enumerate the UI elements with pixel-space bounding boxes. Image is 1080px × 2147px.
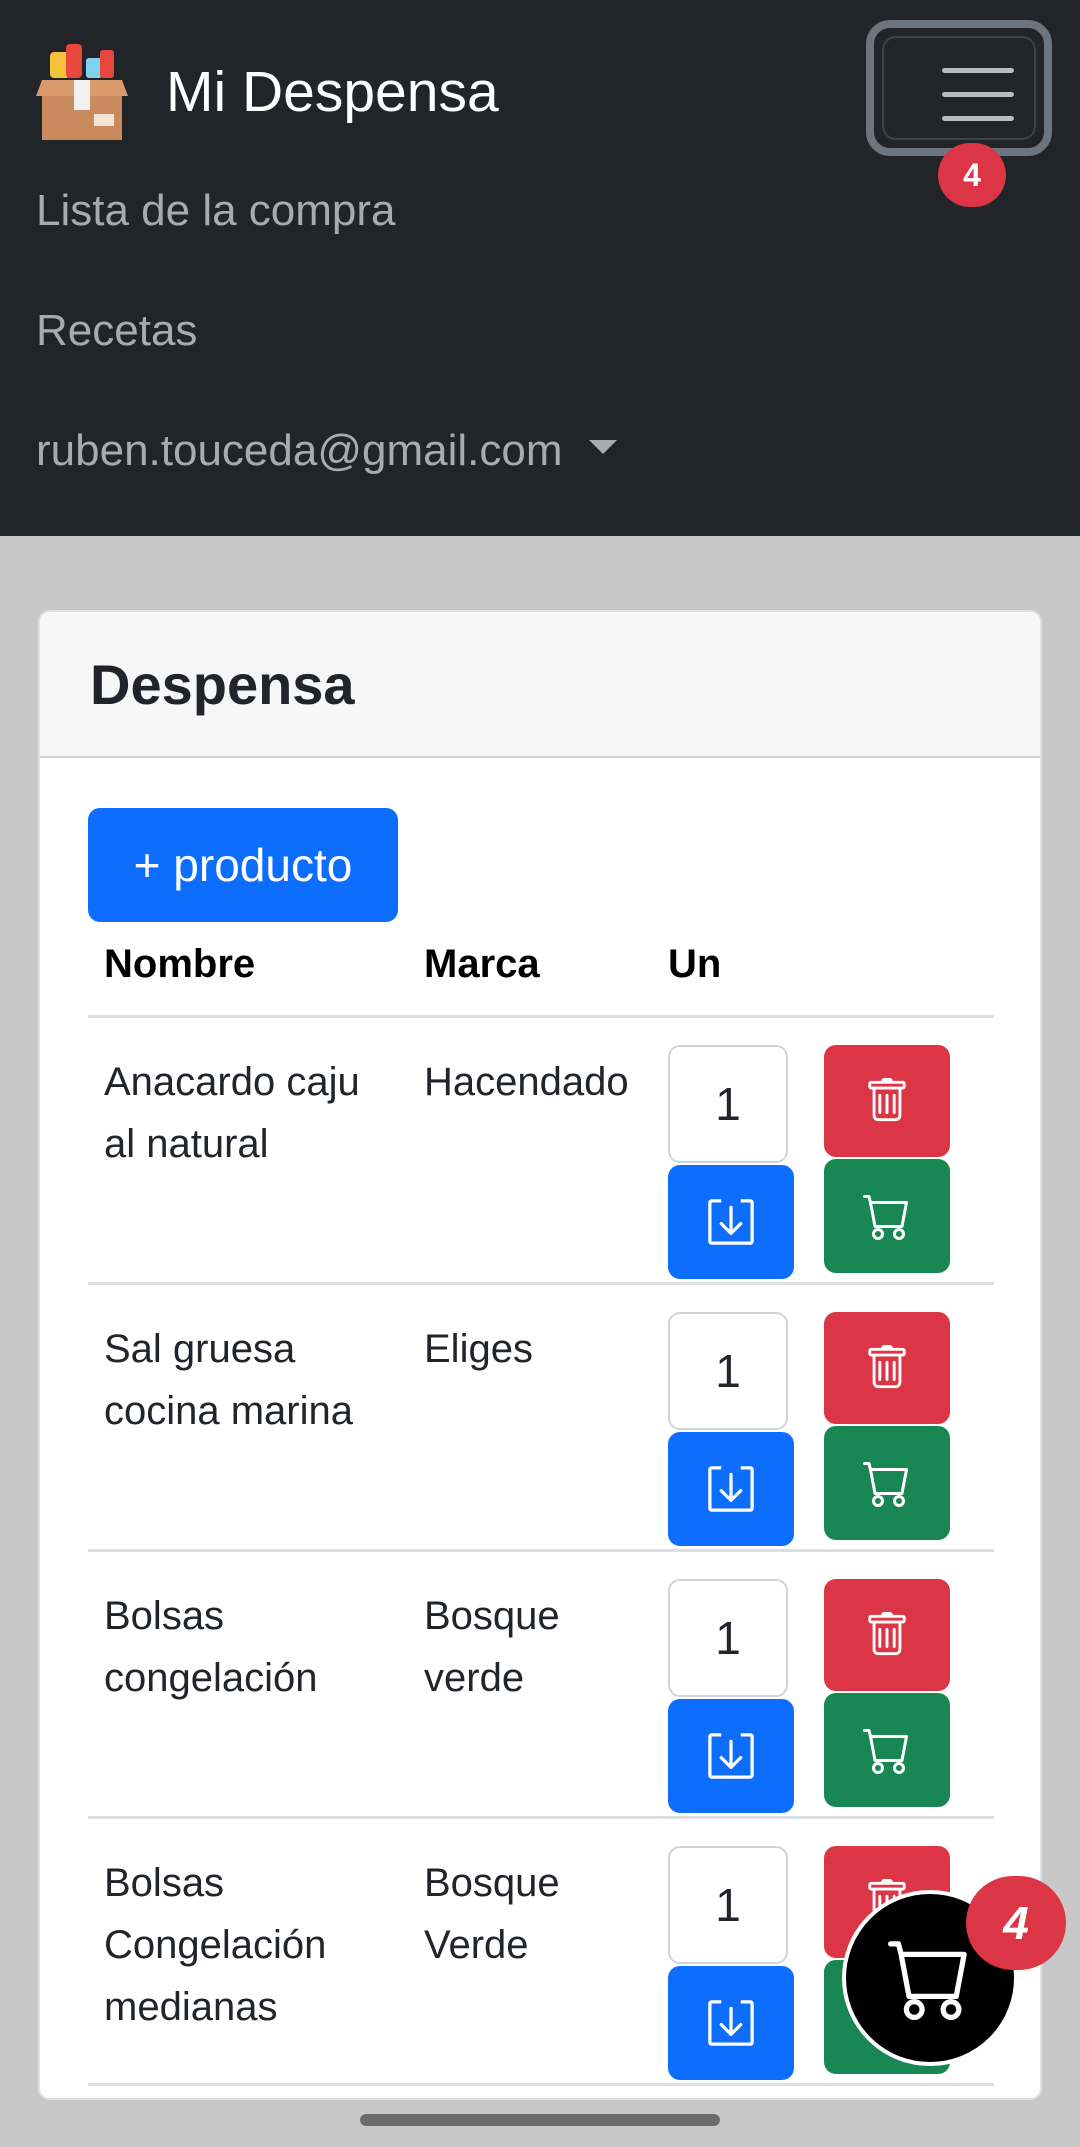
table-divider — [88, 1015, 994, 1018]
card-header: Despensa — [40, 612, 1040, 758]
home-indicator[interactable] — [360, 2114, 720, 2126]
product-name: Sal gruesa cocina marina — [104, 1318, 353, 1442]
download-box-icon — [708, 1466, 754, 1512]
product-name-line: Bolsas — [104, 1861, 225, 1905]
delete-button[interactable] — [824, 1045, 950, 1157]
table-row: Anacardo caju al natural Hacendado 1 — [40, 1029, 1040, 1295]
product-name-line: al natural — [104, 1122, 269, 1166]
product-name-line: Sal gruesa — [104, 1327, 296, 1371]
card-title: Despensa — [90, 652, 355, 716]
product-brand-line: Bosque — [424, 1594, 560, 1638]
product-brand-line: Verde — [424, 1923, 529, 1967]
product-brand: Eliges — [424, 1318, 533, 1380]
product-brand-line: verde — [424, 1656, 525, 1700]
cart-count-badge: 4 — [938, 143, 1006, 207]
product-name-line: Bolsas — [104, 1594, 225, 1638]
download-box-icon — [708, 2000, 754, 2046]
navbar: Mi Despensa 4 Lista de la compra Recetas… — [0, 0, 1080, 536]
column-header-units: Un — [668, 942, 722, 986]
product-name-line: Congelación — [104, 1923, 327, 1967]
column-header-brand: Marca — [424, 942, 540, 986]
cart-icon — [863, 1195, 908, 1240]
pantry-card: Despensa + producto Nombre Marca Un Anac… — [38, 610, 1042, 2100]
add-to-cart-button[interactable] — [824, 1693, 950, 1807]
cart-icon — [863, 1729, 908, 1774]
hamburger-icon — [942, 68, 1014, 73]
trash-icon — [868, 1078, 906, 1122]
user-dropdown[interactable]: ruben.touceda@gmail.com — [36, 426, 617, 476]
download-box-icon — [708, 1199, 754, 1245]
brand-link[interactable]: Mi Despensa — [36, 42, 499, 142]
product-name: Anacardo caju al natural — [104, 1051, 360, 1175]
quantity-input[interactable]: 1 — [668, 1045, 788, 1163]
product-brand-line: Bosque — [424, 1861, 560, 1905]
product-brand-line: Eliges — [424, 1327, 533, 1371]
update-quantity-button[interactable] — [668, 1165, 794, 1279]
pantry-box-icon — [36, 44, 128, 140]
caret-down-icon — [588, 440, 617, 455]
hamburger-bar — [942, 116, 1014, 121]
add-to-cart-button[interactable] — [824, 1426, 950, 1540]
table-row: Bolsas congelación Bosque verde 1 — [40, 1563, 1040, 1829]
quantity-input[interactable]: 1 — [668, 1846, 788, 1964]
trash-icon — [868, 1612, 906, 1656]
menu-toggle-button[interactable] — [866, 20, 1052, 156]
quantity-input[interactable]: 1 — [668, 1579, 788, 1697]
column-header-name: Nombre — [104, 942, 256, 986]
nav-link-recipes[interactable]: Recetas — [36, 306, 197, 356]
add-to-cart-button[interactable] — [824, 1159, 950, 1273]
nav-link-shopping-list[interactable]: Lista de la compra — [36, 186, 396, 236]
user-email: ruben.touceda@gmail.com — [36, 426, 563, 475]
product-name: Bolsas congelación — [104, 1585, 318, 1709]
trash-icon — [868, 1345, 906, 1389]
product-brand: Bosque verde — [424, 1585, 560, 1709]
update-quantity-button[interactable] — [668, 1966, 794, 2080]
product-name-line: congelación — [104, 1656, 318, 1700]
product-name-line: Anacardo caju — [104, 1060, 360, 1104]
app-title: Mi Despensa — [166, 60, 499, 124]
toggle-border — [882, 36, 1036, 140]
product-name-line: cocina marina — [104, 1389, 354, 1433]
update-quantity-button[interactable] — [668, 1432, 794, 1546]
add-product-button[interactable]: + producto — [88, 808, 398, 922]
product-brand: Hacendado — [424, 1051, 629, 1113]
download-box-icon — [708, 1733, 754, 1779]
delete-button[interactable] — [824, 1579, 950, 1691]
product-name: Bolsas Congelación medianas — [104, 1852, 326, 2038]
cart-icon — [888, 1941, 967, 2020]
table-row: Sal gruesa cocina marina Eliges 1 — [40, 1296, 1040, 1562]
hamburger-bar — [942, 92, 1014, 97]
product-brand-line: Hacendado — [424, 1060, 629, 1104]
product-name-line: medianas — [104, 1985, 278, 2029]
delete-button[interactable] — [824, 1312, 950, 1424]
quantity-input[interactable]: 1 — [668, 1312, 788, 1430]
update-quantity-button[interactable] — [668, 1699, 794, 1813]
cart-icon — [863, 1462, 908, 1507]
product-brand: Bosque Verde — [424, 1852, 560, 1976]
floating-cart-badge: 4 — [966, 1876, 1066, 1970]
